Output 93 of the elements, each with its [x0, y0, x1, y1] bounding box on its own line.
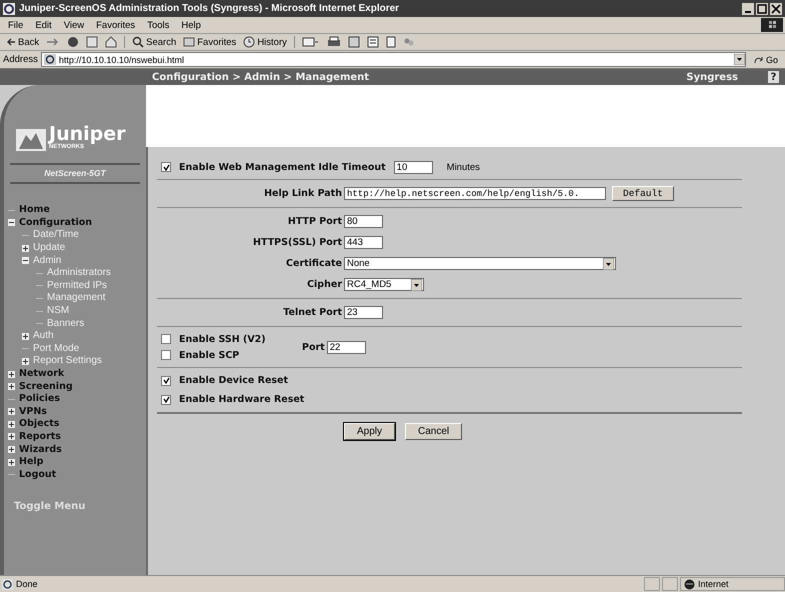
nav-item[interactable]: Objects — [19, 418, 60, 430]
field-label: Help Link Path — [263, 188, 342, 199]
minimize-icon[interactable] — [742, 2, 754, 14]
help-button[interactable]: ? — [768, 71, 779, 83]
history-button[interactable]: History — [243, 36, 287, 48]
print-icon[interactable] — [326, 36, 341, 48]
expand-icon[interactable] — [8, 446, 15, 454]
menu-item[interactable]: View — [64, 20, 84, 30]
device-name: NetScreen-5GT — [44, 168, 106, 178]
dropdown-arrow-icon[interactable] — [734, 54, 745, 65]
address-field[interactable]: http://10.10.10.10/nswebui.html — [40, 52, 746, 67]
field-label: Enable Web Management Idle Timeout — [179, 162, 386, 172]
expand-icon[interactable] — [22, 332, 29, 340]
maximize-icon[interactable] — [756, 2, 768, 14]
menu-item[interactable]: Tools — [147, 20, 170, 30]
close-icon[interactable] — [770, 2, 782, 14]
unit-label: Minutes — [446, 162, 480, 172]
input-field[interactable]: http://help.netscreen.com/help/english/5.0. — [344, 187, 606, 200]
input-field[interactable]: 80 — [344, 215, 383, 228]
field-label: HTTPS(SSL) Port — [252, 237, 342, 248]
menu-item[interactable]: Favorites — [96, 20, 136, 30]
input-field[interactable]: 443 — [344, 236, 383, 249]
checkbox[interactable] — [161, 376, 171, 386]
nav-item[interactable]: Screening — [19, 380, 73, 393]
security-zone: Internet — [680, 577, 785, 591]
expand-icon[interactable] — [8, 458, 15, 466]
stop-icon[interactable] — [67, 36, 80, 48]
go-button[interactable]: Go — [748, 54, 782, 64]
dropdown-arrow-icon — [603, 258, 614, 270]
checkbox-label: Enable Device Reset — [179, 375, 288, 386]
form-button[interactable]: Apply — [344, 423, 396, 440]
home-icon[interactable] — [105, 36, 118, 48]
logo-text: Juniper — [49, 125, 126, 144]
checkbox[interactable] — [161, 394, 171, 404]
checkbox-label: Enable Hardware Reset — [179, 394, 304, 405]
expand-icon[interactable] — [8, 420, 15, 428]
clock-icon — [243, 36, 256, 48]
search-icon — [132, 36, 144, 48]
field-label: Cipher — [306, 279, 342, 290]
field-label: Certificate — [285, 258, 342, 269]
window-title: Juniper-ScreenOS Administration Tools (Syngress) - Microsoft Internet Explorer — [19, 3, 400, 14]
menu-item[interactable]: Edit — [35, 20, 52, 30]
dropdown[interactable]: RC4_MD5 — [344, 278, 424, 291]
expand-icon[interactable] — [22, 358, 29, 365]
dropdown[interactable]: None — [344, 257, 616, 270]
menu-item[interactable]: Help — [181, 20, 201, 30]
browser-icon — [3, 2, 15, 14]
checkbox[interactable] — [161, 350, 171, 360]
address-label: Address — [3, 54, 38, 65]
back-button[interactable]: Back — [6, 36, 40, 48]
document-icon[interactable] — [386, 36, 396, 48]
status-pane — [662, 577, 678, 591]
nav-item[interactable]: Network — [19, 368, 64, 380]
expand-icon[interactable] — [8, 383, 15, 390]
nav-item[interactable]: VPNs — [19, 406, 47, 418]
checkbox[interactable] — [161, 334, 171, 344]
nav-item[interactable]: Policies — [19, 393, 60, 406]
field-label: Port — [302, 342, 325, 352]
expand-icon[interactable] — [8, 408, 15, 416]
nav-item[interactable]: Configuration — [19, 216, 92, 229]
input-field[interactable]: 22 — [326, 340, 366, 354]
checkbox-label: Enable SSH (V2) — [179, 334, 266, 344]
nav-item[interactable]: Help — [19, 456, 44, 468]
collapse-icon[interactable] — [8, 219, 15, 226]
input-field[interactable]: 23 — [344, 306, 383, 319]
status-text: Done — [0, 578, 642, 590]
expand-icon[interactable] — [22, 244, 29, 252]
breadcrumb: Configuration > Admin > Management — [151, 72, 370, 82]
brand-name: Syngress — [686, 72, 738, 82]
nav-item[interactable]: Wizards — [19, 444, 62, 456]
status-pane — [644, 577, 660, 591]
form-button[interactable]: Cancel — [405, 423, 462, 440]
back-arrow-icon — [6, 37, 16, 47]
default-button[interactable]: Default — [612, 186, 674, 201]
favorites-button[interactable]: Favorites — [183, 36, 236, 48]
nav-item[interactable]: Logout — [19, 468, 56, 481]
field-label: HTTP Port — [286, 216, 342, 227]
dropdown-arrow-icon — [411, 278, 422, 290]
page-icon — [44, 54, 56, 65]
field-label: Telnet Port — [282, 307, 342, 318]
forward-icon[interactable] — [46, 37, 60, 47]
checkbox-label: Enable SCP — [179, 350, 240, 360]
nav-item[interactable]: Home — [19, 204, 50, 216]
go-arrow-icon — [752, 54, 764, 64]
input-field[interactable]: 10 — [394, 160, 433, 174]
menu-item[interactable]: File — [8, 20, 24, 30]
expand-icon[interactable] — [8, 370, 15, 378]
nav-item[interactable]: Reports — [19, 430, 61, 443]
expand-icon[interactable] — [8, 433, 15, 440]
page-icon — [2, 578, 13, 590]
checkbox[interactable] — [161, 162, 171, 172]
collapse-icon[interactable] — [22, 257, 29, 264]
search-button[interactable]: Search — [132, 36, 176, 48]
